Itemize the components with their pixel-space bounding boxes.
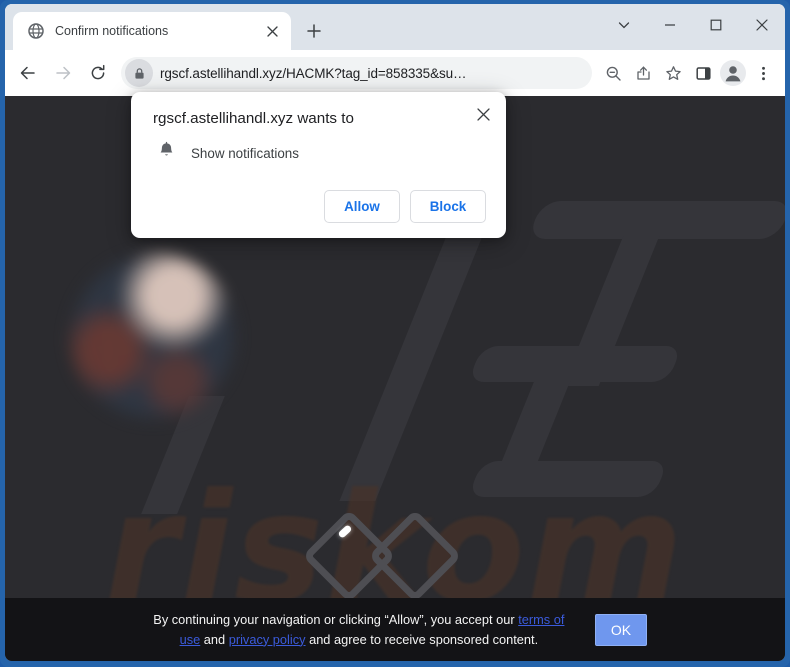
side-panel-icon[interactable] [688, 58, 718, 88]
tab-search-chevron-icon[interactable] [601, 4, 647, 46]
browser-window-inner: Confirm notifications rgscf.astellihandl… [5, 4, 785, 661]
bell-icon [157, 141, 176, 165]
double-diamond-loader-icon [302, 508, 480, 604]
lock-icon[interactable] [125, 59, 153, 87]
allow-button[interactable]: Allow [324, 190, 400, 224]
chrome-menu-icon[interactable] [748, 58, 778, 88]
tab-close-icon[interactable] [262, 21, 283, 42]
new-tab-button[interactable] [300, 17, 328, 45]
bookmark-star-icon[interactable] [658, 58, 688, 88]
consent-bar: By continuing your navigation or clickin… [5, 598, 785, 661]
decorative-blurred-circle [67, 251, 239, 423]
browser-window: Confirm notifications rgscf.astellihandl… [0, 0, 790, 667]
block-button[interactable]: Block [410, 190, 486, 224]
consent-ok-button[interactable]: OK [594, 613, 648, 646]
address-bar-url: rgscf.astellihandl.xyz/HACMK?tag_id=8583… [160, 65, 467, 81]
consent-part-2: and [200, 631, 229, 647]
privacy-policy-link[interactable]: privacy policy [229, 632, 306, 647]
maximize-icon[interactable] [693, 4, 739, 46]
globe-icon [27, 23, 44, 40]
dialog-title: rgscf.astellihandl.xyz wants to [153, 110, 354, 127]
profile-avatar-icon[interactable] [718, 58, 748, 88]
browser-tab[interactable]: Confirm notifications [13, 12, 291, 50]
tab-title: Confirm notifications [55, 24, 169, 38]
zoom-out-icon[interactable] [598, 58, 628, 88]
consent-part-1: By continuing your navigation or clickin… [153, 611, 519, 627]
window-controls [601, 4, 785, 46]
reload-icon[interactable] [81, 57, 114, 90]
address-bar[interactable]: rgscf.astellihandl.xyz/HACMK?tag_id=8583… [121, 57, 592, 89]
back-arrow-icon[interactable] [11, 57, 44, 90]
notification-permission-dialog: rgscf.astellihandl.xyz wants to Show not… [131, 92, 506, 239]
consent-text: By continuing your navigation or clickin… [143, 610, 575, 650]
close-icon[interactable] [739, 4, 785, 46]
consent-part-3: and agree to receive sponsored content. [305, 631, 539, 647]
permission-row: Show notifications [153, 141, 486, 165]
dialog-close-icon[interactable] [470, 101, 496, 127]
share-icon[interactable] [628, 58, 658, 88]
permission-label: Show notifications [191, 145, 299, 161]
tab-strip: Confirm notifications [5, 4, 785, 50]
minimize-icon[interactable] [647, 4, 693, 46]
forward-arrow-icon [46, 57, 79, 90]
navigation-toolbar: rgscf.astellihandl.xyz/HACMK?tag_id=8583… [5, 50, 785, 96]
dialog-actions: Allow Block [153, 190, 486, 224]
omnibox-actions [598, 58, 778, 88]
